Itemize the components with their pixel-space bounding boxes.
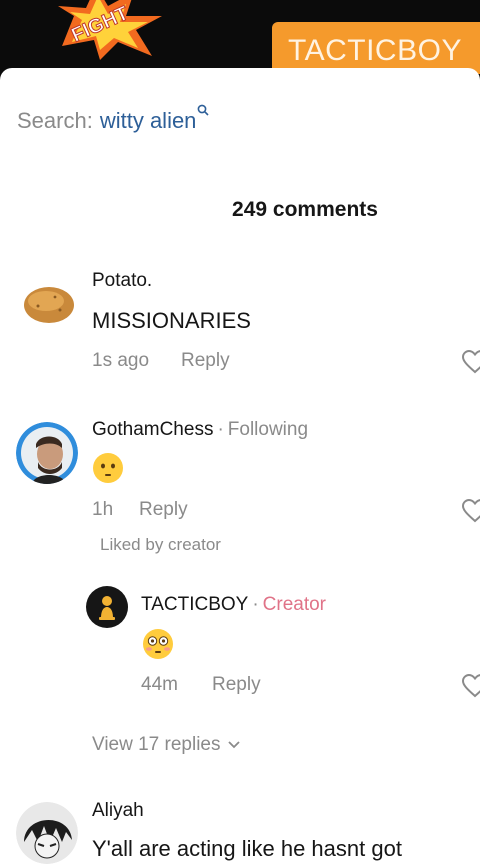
flushed-eyes-emoji-icon — [143, 629, 173, 659]
like-heart-icon[interactable] — [462, 350, 480, 374]
flushed-face-emoji-icon — [93, 453, 123, 483]
comments-count: 249 comments — [232, 198, 378, 221]
avatar-gothamchess[interactable] — [16, 422, 78, 484]
comments-sheet: Search: witty alien 249 comments Potato.… — [0, 68, 480, 868]
comment-username[interactable]: Aliyah — [92, 800, 144, 822]
following-badge: Following — [227, 419, 309, 440]
view-replies-label: View 17 replies — [92, 734, 221, 755]
view-replies-button[interactable]: View 17 replies — [92, 734, 241, 756]
chevron-down-icon — [227, 741, 240, 749]
comment-time: 1s ago — [92, 350, 150, 371]
separator-dot: · — [252, 594, 259, 615]
anime-avatar-icon — [16, 802, 78, 864]
comment-time: 1h — [92, 499, 114, 520]
avatar-potato[interactable] — [22, 282, 76, 326]
avatar-tacticboy[interactable] — [86, 586, 128, 628]
search-icon — [198, 104, 209, 116]
like-heart-icon[interactable] — [462, 499, 480, 523]
brand-banner-label: TACTICBOY — [288, 34, 462, 67]
chess-pawn-icon — [99, 596, 115, 620]
potato-icon — [24, 287, 74, 323]
reply-username-row: TACTICBOY · Creator — [141, 594, 326, 616]
avatar-aliyah[interactable] — [16, 802, 78, 864]
creator-badge: Creator — [262, 594, 327, 615]
user-photo-icon — [16, 422, 78, 484]
brand-banner: TACTICBOY — [272, 22, 480, 74]
search-suggestion[interactable]: Search: witty alien — [17, 104, 209, 134]
search-term-link[interactable]: witty alien — [100, 108, 197, 134]
separator-dot: · — [217, 419, 224, 440]
comment-text: Y'all are acting like he hasnt got — [92, 836, 402, 861]
like-heart-icon[interactable] — [462, 674, 480, 698]
fight-logo-icon: FIGHT — [58, 0, 162, 60]
reply-button[interactable]: Reply — [139, 499, 188, 521]
comment-username-row: GothamChess · Following — [92, 419, 308, 441]
comment-username[interactable]: GothamChess — [92, 419, 213, 440]
reply-button[interactable]: Reply — [212, 674, 261, 696]
comment-username[interactable]: Potato. — [92, 270, 152, 292]
reply-button[interactable]: Reply — [181, 350, 230, 372]
reply-username[interactable]: TACTICBOY — [141, 594, 248, 615]
comment-text: MISSIONARIES — [92, 308, 251, 333]
search-label: Search: — [17, 108, 93, 133]
reply-time: 44m — [141, 674, 178, 695]
liked-by-creator-label: Liked by creator — [100, 535, 221, 554]
